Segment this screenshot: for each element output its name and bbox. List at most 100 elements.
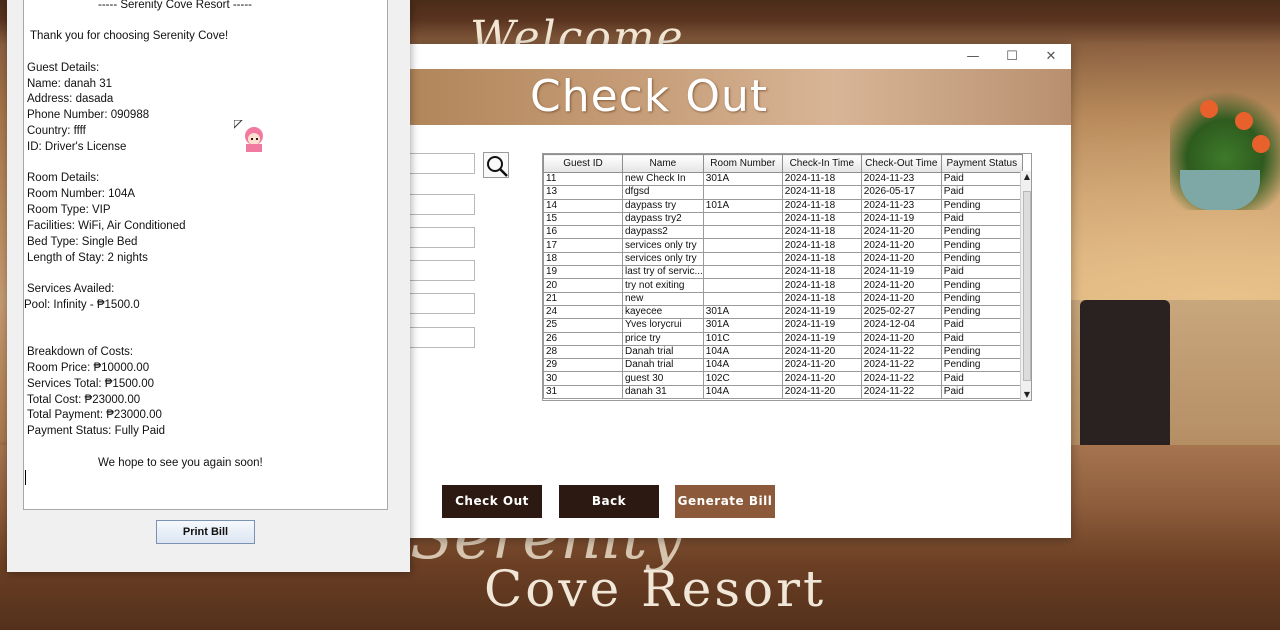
table-cell: 104A [702,384,783,400]
table-cell: 2026-05-17 [860,185,942,200]
column-header[interactable]: Payment Status [940,154,1023,173]
table-cell: dfgsd [622,185,704,200]
scrollbar-thumb[interactable] [1023,191,1031,381]
table-cell [702,278,783,293]
maximize-button[interactable]: ☐ [997,46,1027,68]
search-icon [487,156,508,177]
table-cell: services only try [622,238,704,253]
table-cell: 15 [543,211,623,227]
table-cell: 2024-12-04 [860,318,942,333]
table-row[interactable]: 28 Danah trial 104A 2024-11-20 2024-11-22 Pen… [543,344,1023,360]
table-cell [702,291,783,306]
table-cell: 2024-11-18 [781,291,862,306]
back-button[interactable]: Back [559,485,659,518]
receipt-text-area[interactable]: ----- Serenity Cove Resort ----- Thank y… [23,0,388,510]
background-flower [1235,112,1253,130]
table-row[interactable]: 25 Yves lorycrui 301A 2024-11-19 2024-12-04 P… [543,318,1023,333]
table-cell: Paid [940,265,1023,280]
table-cell: 2024-11-19 [781,331,862,346]
table-cell: 104A [702,344,783,360]
table-cell: 2024-11-23 [860,171,942,187]
table-cell: 28 [543,344,623,360]
table-cell: 31 [543,384,623,400]
receipt-line: Room Number: 104A [27,188,136,200]
table-cell: kayecee [622,304,704,320]
table-row[interactable]: 14 daypass try 101A 2024-11-18 2024-11-23 Pen… [543,198,1023,213]
table-row[interactable]: 17 services only try 2024-11-18 2024-11-20 P… [543,238,1023,253]
search-button[interactable] [483,152,509,178]
scroll-up-icon[interactable]: ▲ [1021,171,1031,183]
table-cell: services only try [622,251,704,267]
table-cell: new Check In [622,171,704,187]
table-row[interactable]: 19 last try of servic... 2024-11-18 2024-11… [543,265,1023,280]
table-cell: 19 [543,265,623,280]
table-row[interactable]: 21 new 2024-11-18 2024-11-20 Pending [543,291,1023,306]
checkout-window: — ☐ ✕ Check Out Guest ID Name Room Numbe… [395,44,1071,538]
table-row[interactable]: 18 services only try 2024-11-18 2024-11-20 P… [543,251,1023,267]
table-row[interactable]: 13 dfgsd 2024-11-18 2026-05-17 Paid [543,185,1023,200]
table-cell: 2024-11-22 [860,358,942,373]
generate-bill-button[interactable]: Generate Bill [675,485,775,518]
table-cell: 2024-11-20 [781,384,862,400]
table-cell: Paid [940,171,1023,187]
table-header-row: Guest ID Name Room Number Check-In Time … [543,154,1023,173]
receipt-section-title: Breakdown of Costs: [27,346,134,358]
text-caret [25,470,26,485]
print-bill-button[interactable]: Print Bill [156,520,255,544]
table-cell: daypass try2 [622,211,704,227]
table-cell: Pending [940,238,1023,253]
table-row[interactable]: 16 daypass2 2024-11-18 2024-11-20 Pending [543,225,1023,240]
close-button[interactable]: ✕ [1036,46,1066,68]
table-cell: 104A [702,358,783,373]
table-cell: 21 [543,291,623,306]
receipt-header: ----- Serenity Cove Resort ----- [98,0,252,11]
table-cell: 2024-11-18 [781,225,862,240]
table-cell: Danah trial [622,344,704,360]
table-cell: 2024-11-19 [781,318,862,333]
table-cell: Pending [940,291,1023,306]
table-scrollbar[interactable]: ▲ ▼ [1020,171,1031,400]
column-header[interactable]: Guest ID [543,154,623,173]
table-row[interactable]: 31 danah 31 104A 2024-11-20 2024-11-22 Paid [543,384,1023,400]
column-header[interactable]: Check-Out Time [860,154,942,173]
table-cell: 20 [543,278,623,293]
table-cell: Pending [940,278,1023,293]
check-out-button[interactable]: Check Out [442,485,542,518]
table-cell: Paid [940,371,1023,386]
table-row[interactable]: 29 Danah trial 104A 2024-11-20 2024-11-22 Pen… [543,358,1023,373]
table-row[interactable]: 11 new Check In 301A 2024-11-18 2024-11-23 Pa… [543,171,1023,187]
page-title: Check Out [530,71,769,122]
scroll-down-icon[interactable]: ▼ [1021,389,1031,400]
brand-cove-resort-text: Cove Resort [484,560,827,618]
minimize-button[interactable]: — [958,46,988,68]
table-row[interactable]: 20 try not exiting 2024-11-18 2024-11-20 Pen… [543,278,1023,293]
table-cell: Danah trial [622,358,704,373]
table-cell: 2024-11-20 [781,371,862,386]
table-row[interactable]: 30 guest 30 102C 2024-11-20 2024-11-22 Paid [543,371,1023,386]
receipt-section-title: Services Availed: [27,283,115,295]
table-cell: Pending [940,251,1023,267]
table-cell: 2024-11-19 [781,304,862,320]
guests-table[interactable]: Guest ID Name Room Number Check-In Time … [542,153,1032,401]
receipt-window: ----- Serenity Cove Resort ----- Thank y… [7,0,410,572]
table-cell: 11 [543,171,623,187]
table-cell: 2024-11-19 [860,265,942,280]
receipt-line: Payment Status: Fully Paid [27,425,166,437]
table-cell: 17 [543,238,623,253]
table-cell: 2024-11-20 [860,251,942,267]
mascot-cursor-icon [234,120,263,152]
receipt-line: Bed Type: Single Bed [27,236,138,248]
column-header[interactable]: Check-In Time [781,154,862,173]
table-cell: 101A [702,198,783,213]
checkout-banner: Check Out [395,69,1071,125]
table-row[interactable]: 26 price try 101C 2024-11-19 2024-11-20 Paid [543,331,1023,346]
table-row[interactable]: 15 daypass try2 2024-11-18 2024-11-19 Paid [543,211,1023,227]
table-cell: 2024-11-19 [860,211,942,227]
table-cell [702,225,783,240]
table-row[interactable]: 24 kayecee 301A 2024-11-19 2025-02-27 Pending [543,304,1023,320]
table-cell: 26 [543,331,623,346]
column-header[interactable]: Name [622,154,704,173]
column-header[interactable]: Room Number [702,154,783,173]
table-cell: 2024-11-20 [781,344,862,360]
table-cell: 18 [543,251,623,267]
